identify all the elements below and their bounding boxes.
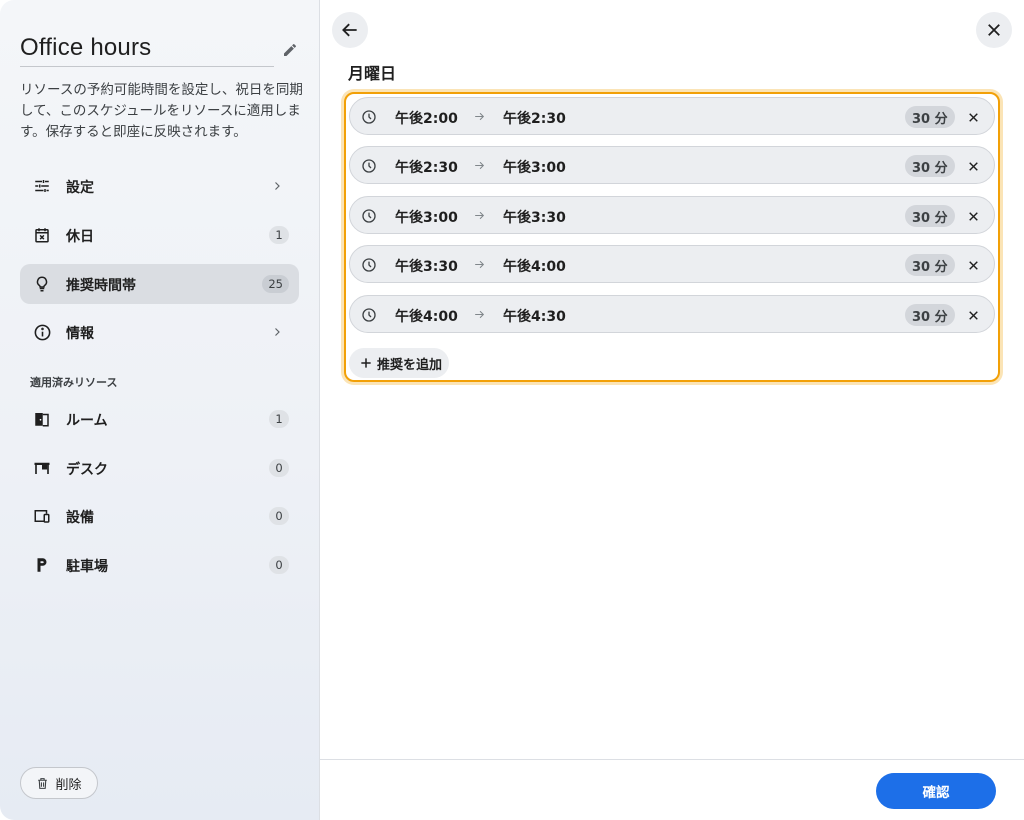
delete-button[interactable]: 削除 xyxy=(20,767,98,799)
remove-slot-icon[interactable] xyxy=(964,306,982,324)
plus-icon xyxy=(359,356,373,370)
slot-end-time[interactable]: 午後2:30 xyxy=(503,108,566,128)
slot-start-time[interactable]: 午後4:00 xyxy=(395,306,458,326)
trash-icon xyxy=(36,777,49,790)
sliders-icon xyxy=(32,176,52,196)
clock-icon xyxy=(360,157,378,175)
nav-label: 推奨時間帯 xyxy=(66,278,136,294)
nav-label: ルーム xyxy=(66,413,108,429)
slot-start-time[interactable]: 午後2:00 xyxy=(395,108,458,128)
clock-icon xyxy=(360,108,378,126)
resource-item-desks[interactable]: デスク 0 xyxy=(20,448,299,488)
arrow-left-icon xyxy=(340,20,360,40)
close-button[interactable] xyxy=(976,12,1012,48)
clock-icon xyxy=(360,256,378,274)
slot-end-time[interactable]: 午後3:00 xyxy=(503,157,566,177)
chevron-right-icon xyxy=(269,178,285,194)
schedule-description: リソースの予約可能時間を設定し、祝日を同期して、このスケジュールをリソースに適用… xyxy=(20,82,303,140)
add-label: 推奨を追加 xyxy=(377,357,443,373)
nav-item-info[interactable]: 情報 xyxy=(20,312,299,352)
count-badge: 1 xyxy=(269,226,289,244)
remove-slot-icon[interactable] xyxy=(964,256,982,274)
add-recommendation-button[interactable]: 推奨を追加 xyxy=(349,348,450,378)
duration-badge: 30 分 xyxy=(905,304,955,326)
duration-badge: 30 分 xyxy=(905,106,955,128)
parking-icon xyxy=(32,555,52,575)
sidebar: Office hours リソースの予約可能時間を設定し、祝日を同期して、このス… xyxy=(0,0,320,820)
time-slot-row[interactable]: 午後2:30 午後3:00 30 分 xyxy=(349,146,995,184)
time-slot-row[interactable]: 午後3:00 午後3:30 30 分 xyxy=(349,196,995,234)
footer: 確認 xyxy=(320,759,1024,820)
arrow-right-icon xyxy=(472,257,486,271)
chevron-right-icon xyxy=(269,324,285,340)
nav-item-settings[interactable]: 設定 xyxy=(20,166,299,206)
count-badge: 0 xyxy=(269,556,289,574)
duration-badge: 30 分 xyxy=(905,155,955,177)
time-slot-row[interactable]: 午後3:30 午後4:00 30 分 xyxy=(349,245,995,283)
title-underline xyxy=(20,66,274,67)
delete-label: 削除 xyxy=(55,777,82,793)
close-icon xyxy=(985,21,1003,39)
duration-badge: 30 分 xyxy=(905,205,955,227)
count-badge: 0 xyxy=(269,459,289,477)
slot-start-time[interactable]: 午後2:30 xyxy=(395,157,458,177)
resource-item-rooms[interactable]: ルーム 1 xyxy=(20,399,299,439)
nav-label: 情報 xyxy=(66,326,94,342)
slot-end-time[interactable]: 午後4:30 xyxy=(503,306,566,326)
remove-slot-icon[interactable] xyxy=(964,108,982,126)
time-slot-row[interactable]: 午後4:00 午後4:30 30 分 xyxy=(349,295,995,333)
nav-label: 休日 xyxy=(66,229,94,245)
slot-start-time[interactable]: 午後3:30 xyxy=(395,256,458,276)
pencil-icon[interactable] xyxy=(280,40,300,60)
nav-label: 設定 xyxy=(66,180,94,196)
room-door-icon xyxy=(32,409,52,429)
count-badge: 25 xyxy=(262,275,289,293)
slot-start-time[interactable]: 午後3:00 xyxy=(395,207,458,227)
clock-icon xyxy=(360,207,378,225)
day-title: 月曜日 xyxy=(348,64,397,83)
applied-resources-heading: 適用済みリソース xyxy=(30,376,118,389)
remove-slot-icon[interactable] xyxy=(964,157,982,175)
resource-item-parking[interactable]: 駐車場 0 xyxy=(20,545,299,585)
arrow-right-icon xyxy=(472,158,486,172)
confirm-button[interactable]: 確認 xyxy=(876,773,996,809)
arrow-right-icon xyxy=(472,208,486,222)
desk-icon xyxy=(32,458,52,478)
time-slot-row[interactable]: 午後2:00 午後2:30 30 分 xyxy=(349,97,995,135)
slot-end-time[interactable]: 午後4:00 xyxy=(503,256,566,276)
nav-label: 設備 xyxy=(66,510,94,526)
nav-label: 駐車場 xyxy=(66,559,108,575)
nav-item-holidays[interactable]: 休日 1 xyxy=(20,215,299,255)
back-button[interactable] xyxy=(332,12,368,48)
devices-icon xyxy=(32,506,52,526)
schedule-title[interactable]: Office hours xyxy=(20,34,151,62)
resource-item-equipment[interactable]: 設備 0 xyxy=(20,496,299,536)
arrow-right-icon xyxy=(472,109,486,123)
slot-end-time[interactable]: 午後3:30 xyxy=(503,207,566,227)
calendar-x-icon xyxy=(32,225,52,245)
recommended-slots-box: 午後2:00 午後2:30 30 分 午後2:30 午後3:00 30 分 午後… xyxy=(344,92,1000,382)
count-badge: 0 xyxy=(269,507,289,525)
lightbulb-icon xyxy=(32,274,52,294)
main-panel: 月曜日 午後2:00 午後2:30 30 分 午後2:30 午後3:00 30 … xyxy=(320,0,1024,820)
arrow-right-icon xyxy=(472,307,486,321)
info-icon xyxy=(32,322,52,342)
duration-badge: 30 分 xyxy=(905,254,955,276)
clock-icon xyxy=(360,306,378,324)
nav-label: デスク xyxy=(66,462,108,478)
nav-item-recommended-times[interactable]: 推奨時間帯 25 xyxy=(20,264,299,304)
remove-slot-icon[interactable] xyxy=(964,207,982,225)
office-hours-dialog: Office hours リソースの予約可能時間を設定し、祝日を同期して、このス… xyxy=(0,0,1024,820)
title-row: Office hours xyxy=(20,32,300,68)
count-badge: 1 xyxy=(269,410,289,428)
